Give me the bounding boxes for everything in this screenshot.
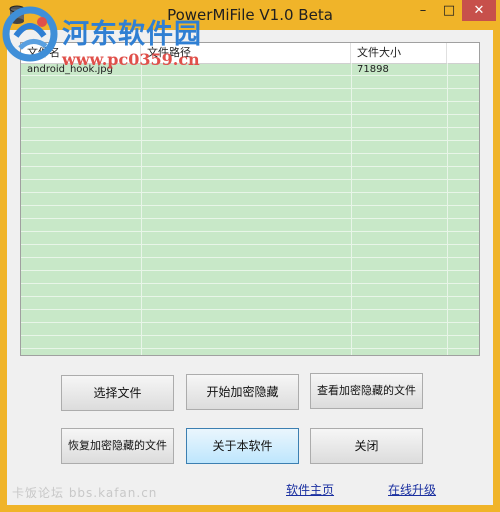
start-encrypt-hide-button[interactable]: 开始加密隐藏 (186, 374, 299, 410)
file-list-header: 文件名 文件路径 文件大小 (21, 43, 479, 64)
column-header-filename[interactable]: 文件名 (21, 43, 141, 63)
close-button[interactable]: 关闭 (310, 428, 423, 464)
online-upgrade-link[interactable]: 在线升级 (388, 481, 436, 498)
column-header-filepath[interactable]: 文件路径 (141, 43, 351, 63)
file-size-cell: 71898 (357, 64, 389, 75)
column-header-filesize[interactable]: 文件大小 (351, 43, 447, 63)
maximize-button[interactable]: □ (436, 0, 462, 21)
title-bar[interactable]: PowerMiFile V1.0 Beta – □ ✕ (0, 0, 500, 30)
column-divider (141, 63, 142, 355)
column-divider (447, 63, 448, 355)
app-window: PowerMiFile V1.0 Beta – □ ✕ 文件名 文件路径 文件大… (0, 0, 500, 512)
file-list[interactable]: 文件名 文件路径 文件大小 android_hook.jpg 71898 (20, 42, 480, 356)
close-window-button[interactable]: ✕ (462, 0, 496, 21)
column-divider (351, 63, 352, 355)
table-row[interactable]: android_hook.jpg 71898 (21, 63, 479, 77)
forum-watermark: 卡饭论坛 bbs.kafan.cn (12, 486, 158, 500)
about-button[interactable]: 关于本软件 (186, 428, 299, 464)
file-path-cell (141, 63, 351, 77)
homepage-link[interactable]: 软件主页 (286, 481, 334, 498)
select-file-button[interactable]: 选择文件 (61, 375, 174, 411)
file-list-body: android_hook.jpg 71898 (21, 63, 479, 355)
view-encrypted-files-button[interactable]: 查看加密隐藏的文件 (310, 373, 423, 409)
minimize-button[interactable]: – (410, 0, 436, 21)
file-name-cell: android_hook.jpg (27, 64, 113, 75)
restore-encrypted-files-button[interactable]: 恢复加密隐藏的文件 (61, 428, 174, 464)
